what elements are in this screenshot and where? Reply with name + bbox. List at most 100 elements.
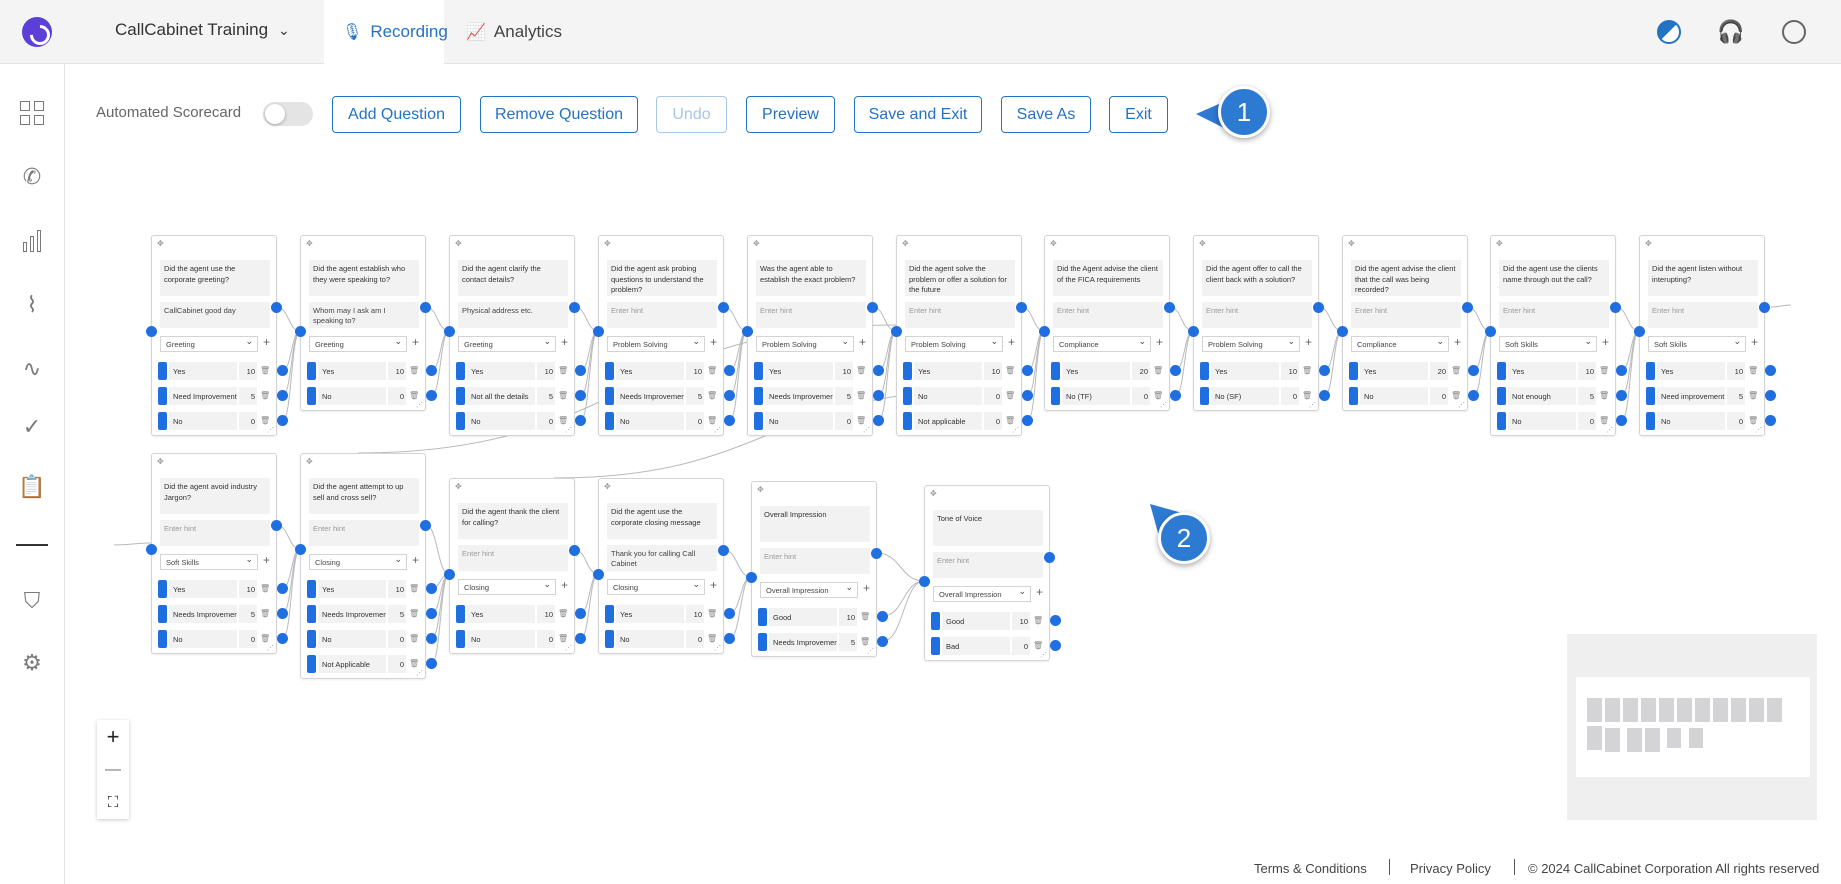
pulse-icon[interactable]: ∿ (19, 356, 45, 382)
resize-handle-icon[interactable]: ⋰ (1040, 651, 1047, 659)
answer-drag-handle[interactable] (754, 412, 763, 430)
delete-answer-icon[interactable]: 🗑 (707, 609, 717, 618)
drag-handle-icon[interactable]: ✥ (1199, 239, 1206, 248)
answer-drag-handle[interactable] (754, 362, 763, 380)
delete-answer-icon[interactable]: 🗑 (856, 416, 866, 425)
answer-output-port[interactable] (277, 365, 288, 376)
question-card[interactable]: ✥ Did the agent clarify the contact detai… (444, 235, 586, 436)
answer-output-port[interactable] (575, 365, 586, 376)
answer-score-field[interactable]: 5 (1727, 387, 1745, 405)
answer-score-field[interactable]: 0 (239, 630, 257, 648)
answer-drag-handle[interactable] (1646, 362, 1655, 380)
resize-handle-icon[interactable]: ⋰ (1309, 401, 1316, 409)
answer-label-field[interactable]: Needs Improvement (169, 605, 237, 623)
answer-score-field[interactable]: 5 (537, 387, 555, 405)
app-logo-icon[interactable] (22, 17, 52, 47)
answer-label-field[interactable]: No (SF) (1211, 387, 1279, 405)
add-question-button[interactable]: Add Question (332, 96, 461, 133)
hint-field[interactable]: Enter hint (1499, 302, 1609, 328)
drag-handle-icon[interactable]: ✥ (1645, 239, 1652, 248)
add-answer-icon[interactable]: + (1156, 335, 1163, 349)
input-port[interactable] (1039, 326, 1050, 337)
answer-output-port[interactable] (1319, 365, 1330, 376)
answer-label-field[interactable]: Good (769, 608, 837, 626)
answer-score-field[interactable]: 0 (388, 387, 406, 405)
save-as-button[interactable]: Save As (1001, 96, 1091, 133)
question-text-field[interactable]: Did the agent solve the problem or offer… (905, 260, 1015, 296)
answer-drag-handle[interactable] (158, 605, 167, 623)
drag-handle-icon[interactable]: ✥ (757, 485, 764, 494)
question-card[interactable]: ✥ Did the agent establish who they were s… (295, 235, 437, 411)
input-port[interactable] (919, 576, 930, 587)
answer-drag-handle[interactable] (456, 412, 465, 430)
delete-answer-icon[interactable]: 🗑 (558, 609, 568, 618)
answer-drag-handle[interactable] (1497, 362, 1506, 380)
resize-handle-icon[interactable]: ⋰ (267, 644, 274, 652)
answer-drag-handle[interactable] (307, 605, 316, 623)
hint-field[interactable]: Enter hint (607, 302, 717, 328)
delete-answer-icon[interactable]: 🗑 (409, 659, 419, 668)
answer-output-port[interactable] (1765, 365, 1776, 376)
answer-score-field[interactable]: 5 (388, 605, 406, 623)
input-port[interactable] (1485, 326, 1496, 337)
answer-drag-handle[interactable] (931, 637, 940, 655)
answer-output-port[interactable] (1022, 365, 1033, 376)
question-card[interactable]: ✥ Was the agent able to establish the exa… (742, 235, 884, 436)
hint-field[interactable]: Enter hint (760, 548, 870, 574)
delete-answer-icon[interactable]: 🗑 (558, 366, 568, 375)
input-port[interactable] (1188, 326, 1199, 337)
answer-label-field[interactable]: Needs Improvement (616, 387, 684, 405)
input-port[interactable] (444, 326, 455, 337)
resize-handle-icon[interactable]: ⋰ (1160, 401, 1167, 409)
answer-drag-handle[interactable] (1497, 412, 1506, 430)
answer-label-field[interactable]: No (318, 630, 386, 648)
answer-score-field[interactable]: 0 (537, 412, 555, 430)
bar-chart-icon[interactable] (19, 228, 45, 254)
delete-answer-icon[interactable]: 🗑 (856, 366, 866, 375)
answer-drag-handle[interactable] (1349, 387, 1358, 405)
question-card[interactable]: ✥ Did the agent use the corporate greetin… (146, 235, 288, 436)
drag-handle-icon[interactable]: ✥ (1496, 239, 1503, 248)
answer-drag-handle[interactable] (456, 605, 465, 623)
add-answer-icon[interactable]: + (561, 335, 568, 349)
automated-scorecard-toggle[interactable] (263, 102, 313, 126)
add-answer-icon[interactable]: + (561, 578, 568, 592)
add-answer-icon[interactable]: + (1305, 335, 1312, 349)
answer-drag-handle[interactable] (903, 362, 912, 380)
delete-answer-icon[interactable]: 🗑 (409, 391, 419, 400)
delete-answer-icon[interactable]: 🗑 (1153, 391, 1163, 400)
question-card[interactable]: ✥ Did the Agent advise the client of the … (1039, 235, 1181, 411)
answer-output-port[interactable] (277, 390, 288, 401)
input-port[interactable] (295, 544, 306, 555)
output-port[interactable] (1759, 302, 1770, 313)
answer-score-field[interactable]: 10 (686, 605, 704, 623)
answer-drag-handle[interactable] (605, 605, 614, 623)
answer-output-port[interactable] (1468, 390, 1479, 401)
question-card[interactable]: ✥ Did the agent use the clients name thro… (1485, 235, 1627, 436)
add-answer-icon[interactable]: + (263, 335, 270, 349)
category-select[interactable]: Soft Skills (1499, 336, 1597, 352)
hint-field[interactable]: Enter hint (1648, 302, 1758, 328)
tab-recording[interactable]: 🎙 Recording (324, 0, 448, 64)
answer-score-field[interactable]: 10 (388, 362, 406, 380)
answer-drag-handle[interactable] (456, 387, 465, 405)
drag-handle-icon[interactable]: ✥ (604, 239, 611, 248)
output-port[interactable] (1313, 302, 1324, 313)
answer-label-field[interactable]: No (914, 387, 982, 405)
answer-drag-handle[interactable] (1051, 362, 1060, 380)
answer-drag-handle[interactable] (307, 387, 316, 405)
delete-answer-icon[interactable]: 🗑 (1748, 366, 1758, 375)
delete-answer-icon[interactable]: 🗑 (558, 634, 568, 643)
resize-handle-icon[interactable]: ⋰ (714, 644, 721, 652)
answer-label-field[interactable]: No (169, 630, 237, 648)
delete-answer-icon[interactable]: 🗑 (409, 634, 419, 643)
output-port[interactable] (871, 548, 882, 559)
category-select[interactable]: Compliance (1351, 336, 1449, 352)
resize-handle-icon[interactable]: ⋰ (1012, 426, 1019, 434)
remove-question-button[interactable]: Remove Question (480, 96, 638, 133)
answer-output-port[interactable] (277, 633, 288, 644)
delete-answer-icon[interactable]: 🗑 (1005, 391, 1015, 400)
answer-score-field[interactable]: 10 (1281, 362, 1299, 380)
answer-score-field[interactable]: 5 (686, 387, 704, 405)
canvas-minimap[interactable] (1567, 634, 1817, 820)
